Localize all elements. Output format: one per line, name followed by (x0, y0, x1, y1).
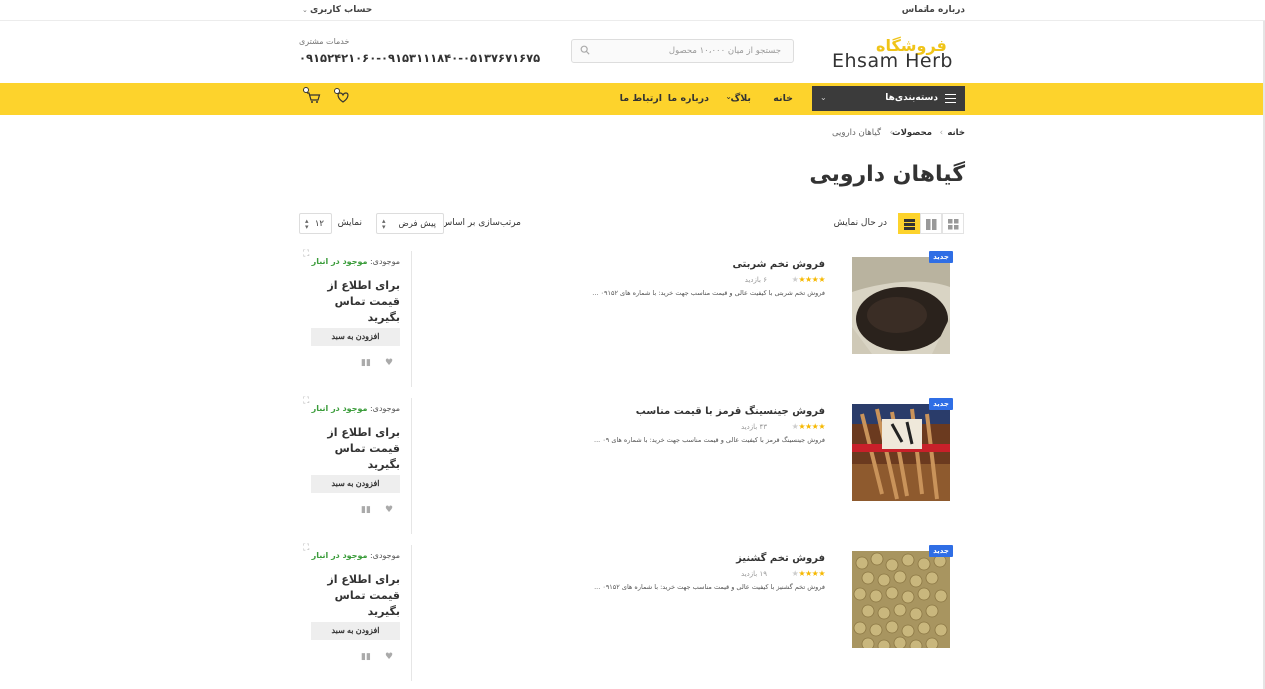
new-badge: جدید (929, 251, 953, 263)
stock-value: موجود در انبار (311, 551, 368, 560)
columns-icon (926, 219, 937, 230)
top-link-about[interactable]: درباره ما (926, 5, 965, 15)
compare-icon[interactable]: ▮▮ (361, 358, 371, 368)
rating-stars: ★★★★★ (791, 569, 826, 578)
columns-view-button[interactable] (920, 213, 942, 234)
page-title: گیاهان دارویی (809, 162, 965, 187)
compare-icon[interactable]: ▮▮ (361, 652, 371, 662)
product-row: جدید فروش تخم گشنیز ★★★★★ ۱۹ بازدید فروش… (299, 541, 965, 681)
list-icon (904, 219, 915, 230)
top-link-contact[interactable]: تماس (902, 5, 927, 15)
product-title[interactable]: فروش جینسینگ قرمز با قیمت مناسب (636, 406, 825, 417)
expand-icon[interactable]: ⛶ (303, 396, 309, 406)
search-placeholder: جستجو از میان ۱۰،۰۰۰ محصول (668, 46, 781, 56)
chevron-down-icon: ⌄ (302, 6, 308, 14)
nav-item-contact[interactable]: ارتباط ما (620, 93, 662, 104)
per-page-select[interactable]: ۱۲ ▴ ▾ (299, 213, 332, 234)
heart-icon[interactable]: ♥ (385, 505, 393, 515)
heart-icon[interactable]: ♥ (385, 358, 393, 368)
list-view-button[interactable] (898, 213, 920, 234)
nav-item-blog[interactable]: بلاگ (730, 93, 751, 104)
breadcrumb-separator: › (889, 128, 893, 138)
product-views: ۱۹ بازدید (741, 570, 767, 578)
sort-label: مرتب‌سازی بر اساس (441, 218, 521, 228)
price-text: برای اطلاع از قیمت تماس بگیرید (327, 573, 400, 618)
view-label: در حال نمایش (833, 218, 887, 228)
product-title[interactable]: فروش تخم گشنیز (736, 553, 825, 564)
divider (411, 398, 412, 534)
wishlist-icon[interactable] (334, 88, 351, 104)
stock-label: موجودی: (369, 257, 400, 266)
breadcrumb-products[interactable]: محصولات (892, 128, 932, 138)
product-image[interactable] (852, 551, 950, 648)
product-description: فروش تخم شربتی با کیفیت عالی و قیمت مناس… (592, 289, 825, 297)
stock-label: موجودی: (369, 404, 400, 413)
price-text: برای اطلاع از قیمت تماس بگیرید (327, 426, 400, 471)
categories-label: دسته‌بندی‌ها (885, 93, 938, 103)
stock-value: موجود در انبار (311, 404, 368, 413)
expand-icon[interactable]: ⛶ (303, 543, 309, 553)
breadcrumb-home[interactable]: خانه (947, 128, 965, 138)
add-to-cart-button[interactable]: افزودن به سبد (311, 328, 400, 346)
chevron-down-icon: ⌄ (820, 93, 827, 102)
account-link[interactable]: حساب کاربری (310, 5, 372, 15)
product-description: فروش جینسینگ قرمز با کیفیت عالی و قیمت م… (594, 436, 825, 444)
customer-service-label: خدمات مشتری (299, 37, 350, 46)
cart-icon[interactable] (303, 87, 321, 104)
categories-button[interactable]: دسته‌بندی‌ها ⌄ (812, 86, 965, 111)
search-input[interactable]: جستجو از میان ۱۰،۰۰۰ محصول (571, 39, 794, 63)
rating-stars: ★★★★★ (791, 275, 826, 284)
grid-view-button[interactable] (942, 213, 964, 234)
chevron-down-icon: ⌄ (725, 92, 732, 101)
divider (411, 251, 412, 387)
product-row: جدید فروش تخم شربتی ★★★★★ ۶ بازدید فروش … (299, 247, 965, 387)
stock-status: موجودی: موجود در انبار (312, 404, 400, 413)
heart-icon[interactable]: ♥ (385, 652, 393, 662)
stock-status: موجودی: موجود در انبار (312, 257, 400, 266)
price-text: برای اطلاع از قیمت تماس بگیرید (327, 279, 400, 324)
add-to-cart-button[interactable]: افزودن به سبد (311, 475, 400, 493)
top-bar: درباره ما تماس حساب کاربری ⌄ (0, 0, 1265, 21)
product-views: ۶ بازدید (744, 276, 767, 284)
product-description: فروش تخم گشنیز با کیفیت عالی و قیمت مناس… (594, 583, 825, 591)
stock-label: موجودی: (369, 551, 400, 560)
expand-icon[interactable]: ⛶ (303, 249, 309, 259)
divider (411, 545, 412, 681)
select-arrows-icon: ▴ ▾ (305, 217, 309, 231)
product-row: جدید فروش جینسینگ قرمز با قیمت مناسب ★★★… (299, 394, 965, 534)
stock-status: موجودی: موجود در انبار (312, 551, 400, 560)
customer-service-phones: ۰۹۱۵۲۴۲۱۰۶۰-۰۹۱۵۳۱۱۱۸۴۰-۰۵۱۳۷۶۷۱۶۷۵ (299, 51, 541, 65)
search-icon[interactable] (580, 45, 590, 55)
grid-icon (948, 219, 959, 230)
rating-stars: ★★★★★ (791, 422, 826, 431)
logo-text-en[interactable]: Ehsam Herb (832, 50, 953, 72)
product-image[interactable] (852, 404, 950, 501)
sort-select[interactable]: پیش فرض ▴ ▾ (376, 213, 444, 234)
menu-icon (945, 94, 956, 103)
product-image[interactable] (852, 257, 950, 354)
compare-icon[interactable]: ▮▮ (361, 505, 371, 515)
new-badge: جدید (929, 398, 953, 410)
nav-item-home[interactable]: خانه (773, 93, 793, 104)
per-page-value: ۱۲ (314, 219, 324, 229)
new-badge: جدید (929, 545, 953, 557)
show-label: نمایش (337, 218, 362, 228)
breadcrumb-separator: › (939, 128, 943, 138)
stock-value: موجود در انبار (311, 257, 368, 266)
breadcrumb-current: گیاهان دارویی (831, 128, 881, 138)
product-views: ۴۳ بازدید (741, 423, 767, 431)
add-to-cart-button[interactable]: افزودن به سبد (311, 622, 400, 640)
select-arrows-icon: ▴ ▾ (382, 217, 386, 231)
sort-value: پیش فرض (398, 219, 437, 229)
product-title[interactable]: فروش تخم شربتی (732, 259, 825, 270)
nav-item-about[interactable]: درباره ما (668, 93, 709, 104)
